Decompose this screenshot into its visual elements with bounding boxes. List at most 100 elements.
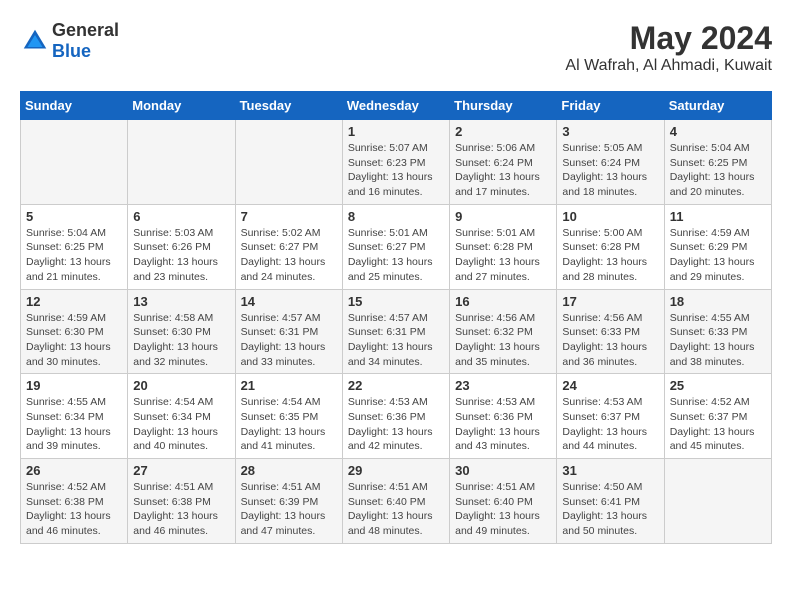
- day-number: 24: [562, 378, 658, 393]
- day-number: 8: [348, 209, 444, 224]
- calendar-week-row: 12Sunrise: 4:59 AM Sunset: 6:30 PM Dayli…: [21, 289, 772, 374]
- calendar-cell: 1Sunrise: 5:07 AM Sunset: 6:23 PM Daylig…: [342, 120, 449, 205]
- calendar-cell: 11 Sunrise: 4:59 AM Sunset: 6:29 PM Dayli…: [664, 204, 771, 289]
- calendar-cell: 7 Sunrise: 5:02 AM Sunset: 6:27 PM Daylig…: [235, 204, 342, 289]
- day-number: 2: [455, 124, 551, 139]
- calendar-cell: 15 Sunrise: 4:57 AM Sunset: 6:31 PM Dayli…: [342, 289, 449, 374]
- logo: General Blue: [20, 20, 119, 62]
- page-subtitle: Al Wafrah, Al Ahmadi, Kuwait: [565, 57, 772, 75]
- calendar-cell: 21 Sunrise: 4:54 AM Sunset: 6:35 PM Dayli…: [235, 374, 342, 459]
- calendar-cell: 13 Sunrise: 4:58 AM Sunset: 6:30 PM Dayli…: [128, 289, 235, 374]
- day-number: 30: [455, 463, 551, 478]
- day-info: Sunrise: 5:04 AM Sunset: 6:25 PM Dayligh…: [26, 226, 122, 285]
- day-info: Sunrise: 4:52 AM Sunset: 6:37 PM Dayligh…: [670, 395, 766, 454]
- calendar-cell: 6 Sunrise: 5:03 AM Sunset: 6:26 PM Daylig…: [128, 204, 235, 289]
- day-info: Sunrise: 5:00 AM Sunset: 6:28 PM Dayligh…: [562, 226, 658, 285]
- calendar-cell: 30Sunrise: 4:51 AM Sunset: 6:40 PM Dayli…: [450, 459, 557, 544]
- day-info: Sunrise: 5:03 AM Sunset: 6:26 PM Dayligh…: [133, 226, 229, 285]
- calendar-cell: 28 Sunrise: 4:51 AM Sunset: 6:39 PM Dayli…: [235, 459, 342, 544]
- day-info: Sunrise: 4:59 AM Sunset: 6:29 PM Dayligh…: [670, 226, 766, 285]
- day-info: Sunrise: 4:57 AM Sunset: 6:31 PM Dayligh…: [348, 311, 444, 370]
- day-info: Sunrise: 5:05 AM Sunset: 6:24 PM Dayligh…: [562, 141, 658, 200]
- calendar-cell: 3 Sunrise: 5:05 AM Sunset: 6:24 PM Daylig…: [557, 120, 664, 205]
- day-number: 25: [670, 378, 766, 393]
- day-number: 27: [133, 463, 229, 478]
- day-info: Sunrise: 5:02 AM Sunset: 6:27 PM Dayligh…: [241, 226, 337, 285]
- day-info: Sunrise: 4:52 AM Sunset: 6:38 PM Dayligh…: [26, 480, 122, 539]
- logo-general-text: General: [52, 20, 119, 40]
- day-number: 9: [455, 209, 551, 224]
- calendar-cell: 22Sunrise: 4:53 AM Sunset: 6:36 PM Dayli…: [342, 374, 449, 459]
- header-monday: Monday: [128, 92, 235, 120]
- day-info: Sunrise: 5:04 AM Sunset: 6:25 PM Dayligh…: [670, 141, 766, 200]
- logo-icon: [20, 26, 50, 56]
- day-info: Sunrise: 4:50 AM Sunset: 6:41 PM Dayligh…: [562, 480, 658, 539]
- header-sunday: Sunday: [21, 92, 128, 120]
- calendar-week-row: 5 Sunrise: 5:04 AM Sunset: 6:25 PM Daylig…: [21, 204, 772, 289]
- calendar-cell: 20 Sunrise: 4:54 AM Sunset: 6:34 PM Dayli…: [128, 374, 235, 459]
- calendar-cell: 16 Sunrise: 4:56 AM Sunset: 6:32 PM Dayli…: [450, 289, 557, 374]
- calendar-table: SundayMondayTuesdayWednesdayThursdayFrid…: [20, 91, 772, 544]
- day-info: Sunrise: 4:57 AM Sunset: 6:31 PM Dayligh…: [241, 311, 337, 370]
- header-friday: Friday: [557, 92, 664, 120]
- day-info: Sunrise: 4:58 AM Sunset: 6:30 PM Dayligh…: [133, 311, 229, 370]
- title-block: May 2024 Al Wafrah, Al Ahmadi, Kuwait: [565, 20, 772, 75]
- day-number: 28: [241, 463, 337, 478]
- day-info: Sunrise: 4:53 AM Sunset: 6:36 PM Dayligh…: [455, 395, 551, 454]
- day-number: 10: [562, 209, 658, 224]
- calendar-cell: 12Sunrise: 4:59 AM Sunset: 6:30 PM Dayli…: [21, 289, 128, 374]
- day-number: 15: [348, 294, 444, 309]
- page-title: May 2024: [565, 20, 772, 57]
- day-info: Sunrise: 4:51 AM Sunset: 6:39 PM Dayligh…: [241, 480, 337, 539]
- day-number: 16: [455, 294, 551, 309]
- day-number: 11: [670, 209, 766, 224]
- day-number: 23: [455, 378, 551, 393]
- header-wednesday: Wednesday: [342, 92, 449, 120]
- day-number: 31: [562, 463, 658, 478]
- calendar-cell: 5 Sunrise: 5:04 AM Sunset: 6:25 PM Daylig…: [21, 204, 128, 289]
- calendar-cell: [664, 459, 771, 544]
- calendar-cell: 14 Sunrise: 4:57 AM Sunset: 6:31 PM Dayli…: [235, 289, 342, 374]
- day-number: 13: [133, 294, 229, 309]
- calendar-cell: 9 Sunrise: 5:01 AM Sunset: 6:28 PM Daylig…: [450, 204, 557, 289]
- day-number: 21: [241, 378, 337, 393]
- calendar-cell: [128, 120, 235, 205]
- header-tuesday: Tuesday: [235, 92, 342, 120]
- day-number: 1: [348, 124, 444, 139]
- page-header: General Blue May 2024 Al Wafrah, Al Ahma…: [20, 20, 772, 75]
- calendar-cell: 2Sunrise: 5:06 AM Sunset: 6:24 PM Daylig…: [450, 120, 557, 205]
- calendar-cell: 26 Sunrise: 4:52 AM Sunset: 6:38 PM Dayli…: [21, 459, 128, 544]
- day-number: 19: [26, 378, 122, 393]
- day-number: 6: [133, 209, 229, 224]
- day-number: 7: [241, 209, 337, 224]
- day-info: Sunrise: 5:01 AM Sunset: 6:27 PM Dayligh…: [348, 226, 444, 285]
- day-info: Sunrise: 4:56 AM Sunset: 6:33 PM Dayligh…: [562, 311, 658, 370]
- day-info: Sunrise: 4:51 AM Sunset: 6:40 PM Dayligh…: [348, 480, 444, 539]
- day-info: Sunrise: 4:51 AM Sunset: 6:38 PM Dayligh…: [133, 480, 229, 539]
- day-number: 14: [241, 294, 337, 309]
- calendar-header-row: SundayMondayTuesdayWednesdayThursdayFrid…: [21, 92, 772, 120]
- calendar-cell: 8 Sunrise: 5:01 AM Sunset: 6:27 PM Daylig…: [342, 204, 449, 289]
- calendar-cell: 19Sunrise: 4:55 AM Sunset: 6:34 PM Dayli…: [21, 374, 128, 459]
- calendar-week-row: 26 Sunrise: 4:52 AM Sunset: 6:38 PM Dayli…: [21, 459, 772, 544]
- day-number: 5: [26, 209, 122, 224]
- calendar-cell: [21, 120, 128, 205]
- calendar-cell: 27 Sunrise: 4:51 AM Sunset: 6:38 PM Dayli…: [128, 459, 235, 544]
- header-saturday: Saturday: [664, 92, 771, 120]
- header-thursday: Thursday: [450, 92, 557, 120]
- day-info: Sunrise: 5:01 AM Sunset: 6:28 PM Dayligh…: [455, 226, 551, 285]
- day-info: Sunrise: 4:54 AM Sunset: 6:35 PM Dayligh…: [241, 395, 337, 454]
- calendar-cell: 24Sunrise: 4:53 AM Sunset: 6:37 PM Dayli…: [557, 374, 664, 459]
- day-info: Sunrise: 4:54 AM Sunset: 6:34 PM Dayligh…: [133, 395, 229, 454]
- day-number: 26: [26, 463, 122, 478]
- day-number: 22: [348, 378, 444, 393]
- calendar-week-row: 1Sunrise: 5:07 AM Sunset: 6:23 PM Daylig…: [21, 120, 772, 205]
- day-info: Sunrise: 4:56 AM Sunset: 6:32 PM Dayligh…: [455, 311, 551, 370]
- calendar-cell: 29Sunrise: 4:51 AM Sunset: 6:40 PM Dayli…: [342, 459, 449, 544]
- calendar-cell: 10 Sunrise: 5:00 AM Sunset: 6:28 PM Dayli…: [557, 204, 664, 289]
- day-number: 17: [562, 294, 658, 309]
- day-number: 3: [562, 124, 658, 139]
- day-number: 20: [133, 378, 229, 393]
- logo-blue-text: Blue: [52, 41, 91, 61]
- calendar-cell: 18Sunrise: 4:55 AM Sunset: 6:33 PM Dayli…: [664, 289, 771, 374]
